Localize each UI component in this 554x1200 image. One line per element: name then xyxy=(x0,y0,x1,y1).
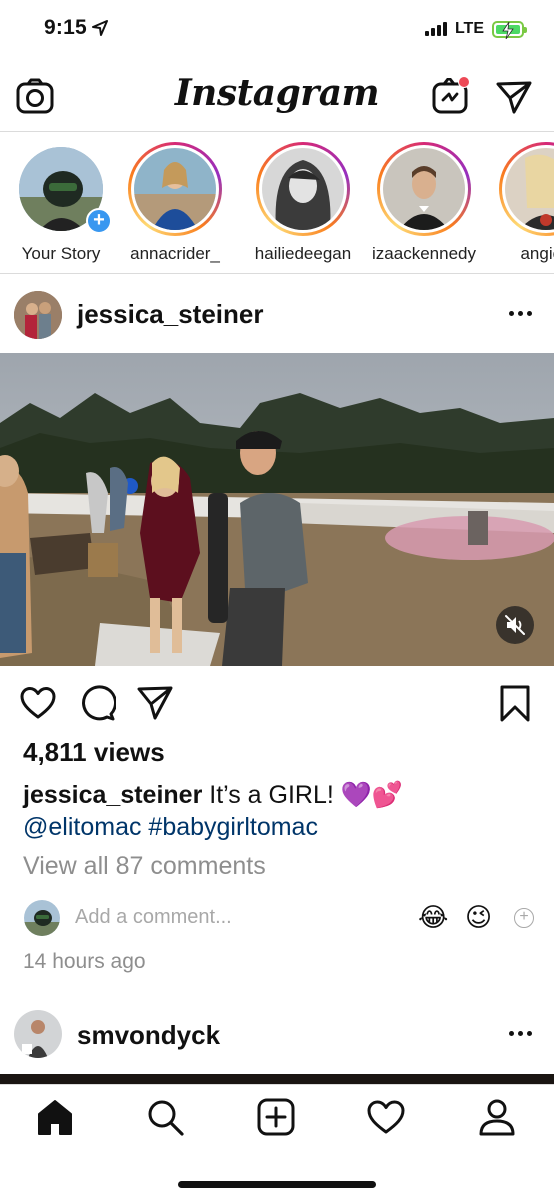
instagram-logo: Instagram xyxy=(174,72,380,114)
heart-icon[interactable] xyxy=(19,684,57,722)
next-post-header: smvondyck xyxy=(0,1000,554,1074)
view-all-comments-link[interactable]: View all 87 comments xyxy=(23,852,266,881)
video-frame xyxy=(0,353,554,666)
comment-icon[interactable] xyxy=(78,684,116,722)
bookmark-icon[interactable] xyxy=(496,684,534,722)
emoji-wink-button[interactable]: 😉 xyxy=(465,902,492,933)
post-actions xyxy=(0,680,554,728)
bottom-tab-bar xyxy=(0,1084,554,1200)
next-post-media[interactable] xyxy=(0,1074,554,1084)
status-bar: 9:15 LTE xyxy=(0,0,554,60)
post-header: jessica_steiner xyxy=(0,275,554,353)
profile-icon[interactable] xyxy=(477,1097,517,1137)
avatar xyxy=(24,900,60,936)
more-options-icon[interactable] xyxy=(509,311,532,316)
post-video[interactable] xyxy=(0,353,554,666)
speaker-muted-icon xyxy=(505,615,525,635)
battery-charging-icon xyxy=(492,20,527,39)
search-icon[interactable] xyxy=(145,1097,185,1137)
avatar xyxy=(262,148,344,230)
emoji-laughing-button[interactable]: 😂 xyxy=(418,902,448,933)
post-caption: jessica_steiner It’s a GIRL! 💜💕 @elitoma… xyxy=(23,779,543,843)
share-icon[interactable] xyxy=(136,684,174,722)
status-indicators: LTE xyxy=(424,20,527,39)
stories-tray: + Your Story annacrider_ hailiedeegan iz… xyxy=(0,132,554,274)
post-timestamp: 14 hours ago xyxy=(23,950,146,973)
story-label: izaackennedy xyxy=(372,244,476,263)
story-angie[interactable]: angie_ xyxy=(491,142,554,264)
caption-text: It’s a GIRL! 💜💕 xyxy=(202,781,404,809)
add-comment-row: Add a comment... 😂 😉 + xyxy=(0,896,554,940)
story-hailiedeegan[interactable]: hailiedeegan xyxy=(248,142,358,264)
status-time: 9:15 xyxy=(44,16,87,39)
avatar[interactable] xyxy=(14,291,62,339)
post-username[interactable]: jessica_steiner xyxy=(77,299,263,330)
caption-mentions[interactable]: @elitomac #babygirltomac xyxy=(23,813,318,841)
top-nav: Instagram xyxy=(0,60,554,132)
avatar xyxy=(134,148,216,230)
views-count[interactable]: 4,811 views xyxy=(23,737,165,768)
igtv-button[interactable] xyxy=(432,76,470,114)
signal-icon xyxy=(424,22,447,36)
direct-message-icon[interactable] xyxy=(496,80,532,114)
story-annacrider[interactable]: annacrider_ xyxy=(120,142,230,264)
story-your-story[interactable]: + Your Story xyxy=(6,142,116,264)
avatar[interactable] xyxy=(14,1010,62,1058)
location-arrow-icon xyxy=(92,20,108,36)
story-label: angie_ xyxy=(520,244,554,263)
next-post-username[interactable]: smvondyck xyxy=(77,1020,220,1051)
network-label: LTE xyxy=(454,20,484,37)
home-indicator xyxy=(178,1181,376,1188)
new-post-icon[interactable] xyxy=(256,1097,296,1137)
story-label: annacrider_ xyxy=(130,244,220,263)
avatar xyxy=(383,148,465,230)
story-label: Your Story xyxy=(21,244,101,263)
activity-heart-icon[interactable] xyxy=(366,1097,406,1137)
story-label: hailiedeegan xyxy=(254,244,352,263)
caption-username[interactable]: jessica_steiner xyxy=(23,781,202,809)
avatar xyxy=(505,148,554,230)
add-emoji-icon[interactable]: + xyxy=(514,908,534,928)
comment-input[interactable]: Add a comment... xyxy=(75,906,232,929)
notification-dot xyxy=(458,76,470,88)
mute-toggle-button[interactable] xyxy=(496,606,534,644)
home-icon[interactable] xyxy=(35,1097,75,1137)
add-story-badge[interactable]: + xyxy=(86,208,112,234)
story-izaackennedy[interactable]: izaackennedy xyxy=(369,142,479,264)
more-options-icon[interactable] xyxy=(509,1031,532,1036)
